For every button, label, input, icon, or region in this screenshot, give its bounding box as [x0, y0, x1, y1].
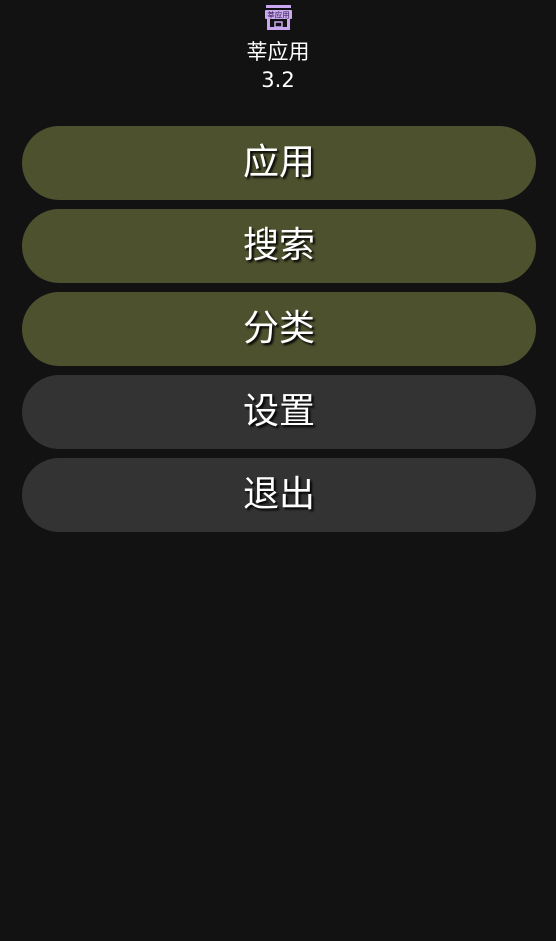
app-name: 莘应用 — [246, 40, 310, 64]
logo-label: 莘应用 — [267, 10, 290, 20]
search-button[interactable]: 搜索 — [22, 209, 536, 283]
apps-button[interactable]: 应用 — [22, 126, 536, 200]
exit-button[interactable]: 退出 — [22, 458, 536, 532]
store-icon: 莘应用 — [265, 5, 292, 30]
app-screen: 莘应用 莘应用 3.2 应用 搜索 分类 设置 退出 — [0, 0, 556, 941]
categories-button[interactable]: 分类 — [22, 292, 536, 366]
main-menu: 应用 搜索 分类 设置 退出 — [22, 126, 536, 541]
settings-button[interactable]: 设置 — [22, 375, 536, 449]
header: 莘应用 莘应用 3.2 — [0, 0, 556, 110]
app-version: 3.2 — [261, 68, 295, 92]
